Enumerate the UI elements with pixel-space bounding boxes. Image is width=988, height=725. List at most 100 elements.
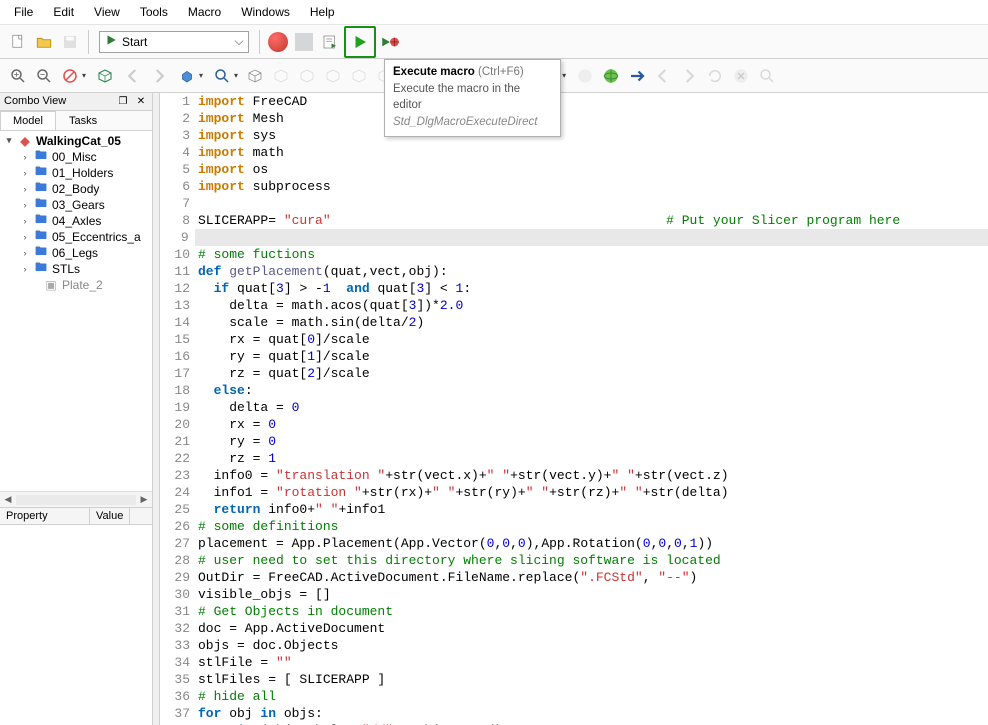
chevron-down-icon[interactable]: ▾ [199, 71, 203, 80]
menu-tools[interactable]: Tools [130, 2, 178, 22]
nav-back-button[interactable] [121, 64, 145, 88]
tab-model[interactable]: Model [0, 111, 56, 130]
tree-leaf[interactable]: ▣ Plate_2 [2, 277, 150, 293]
tree-item[interactable]: 🖿STLs [2, 261, 150, 277]
menu-windows[interactable]: Windows [231, 2, 300, 22]
code-line[interactable]: 6import subprocess [160, 178, 988, 195]
code-line[interactable]: 10# some fuctions [160, 246, 988, 263]
tree-item[interactable]: 🖿04_Axles [2, 213, 150, 229]
code-line[interactable]: 5import os [160, 161, 988, 178]
chevron-right-icon[interactable] [20, 264, 30, 274]
panel-close-button[interactable]: ✕ [134, 96, 148, 108]
chevron-right-icon[interactable] [20, 216, 30, 226]
workbench-selector[interactable]: Start ⌵ [99, 31, 249, 53]
execute-macro-button[interactable] [344, 26, 376, 58]
refresh-button[interactable] [703, 64, 727, 88]
code-line[interactable]: 17 rz = quat[2]/scale [160, 365, 988, 382]
stop-load-button[interactable] [729, 64, 753, 88]
code-line[interactable]: 24 info1 = "rotation "+str(rx)+" "+str(r… [160, 484, 988, 501]
chevron-right-icon[interactable] [20, 200, 30, 210]
zoom-in-button[interactable] [6, 64, 30, 88]
code-line[interactable]: 33objs = doc.Objects [160, 637, 988, 654]
macros-dialog-button[interactable] [318, 30, 342, 54]
tree-item[interactable]: 🖿01_Holders [2, 165, 150, 181]
tree-hscroll[interactable]: ◀ ▶ [0, 491, 152, 507]
scroll-track[interactable] [16, 495, 136, 505]
draw-style-button[interactable] [58, 64, 82, 88]
code-line[interactable]: 37for obj in objs: [160, 705, 988, 722]
stop-macro-button[interactable] [292, 30, 316, 54]
code-line[interactable]: 4import math [160, 144, 988, 161]
code-line[interactable]: 36# hide all [160, 688, 988, 705]
scroll-right-icon[interactable]: ▶ [136, 494, 152, 505]
open-file-button[interactable] [32, 30, 56, 54]
code-line[interactable]: 7 [160, 195, 988, 212]
bounding-box-button[interactable] [93, 64, 117, 88]
menu-macro[interactable]: Macro [178, 2, 231, 22]
code-line[interactable]: 18 else: [160, 382, 988, 399]
code-line[interactable]: 32doc = App.ActiveDocument [160, 620, 988, 637]
code-line[interactable]: 11def getPlacement(quat,vect,obj): [160, 263, 988, 280]
fit-selection-button[interactable] [210, 64, 234, 88]
menu-view[interactable]: View [84, 2, 130, 22]
property-col[interactable]: Property [0, 508, 90, 524]
front-view-button[interactable] [269, 64, 293, 88]
code-line[interactable]: 13 delta = math.acos(quat[3])*2.0 [160, 297, 988, 314]
code-line[interactable]: 15 rx = quat[0]/scale [160, 331, 988, 348]
tree-item[interactable]: 🖿05_Eccentrics_a [2, 229, 150, 245]
code-line[interactable]: 1import FreeCAD [160, 93, 988, 110]
tree-item[interactable]: 🖿00_Misc [2, 149, 150, 165]
chevron-down-icon[interactable]: ▾ [562, 71, 566, 80]
code-line[interactable]: 22 rz = 1 [160, 450, 988, 467]
tree-item[interactable]: 🖿02_Body [2, 181, 150, 197]
chevron-right-icon[interactable] [20, 152, 30, 162]
fit-all-button[interactable] [175, 64, 199, 88]
code-line[interactable]: 27placement = App.Placement(App.Vector(0… [160, 535, 988, 552]
zoom-out-button[interactable] [32, 64, 56, 88]
code-line[interactable]: 23 info0 = "translation "+str(vect.x)+" … [160, 467, 988, 484]
right-view-button[interactable] [321, 64, 345, 88]
chevron-down-icon[interactable]: ▾ [82, 71, 86, 80]
next-doc-button[interactable] [677, 64, 701, 88]
web-button[interactable] [599, 64, 623, 88]
code-line[interactable]: 29OutDir = FreeCAD.ActiveDocument.FileNa… [160, 569, 988, 586]
debug-macro-button[interactable] [378, 30, 402, 54]
panel-float-button[interactable]: ❐ [116, 96, 130, 108]
code-line[interactable]: 8SLICERAPP= "cura" # Put your Slicer pro… [160, 212, 988, 229]
model-tree[interactable]: ◆ WalkingCat_05 🖿00_Misc🖿01_Holders🖿02_B… [0, 131, 152, 492]
tree-item[interactable]: 🖿03_Gears [2, 197, 150, 213]
code-line[interactable]: 14 scale = math.sin(delta/2) [160, 314, 988, 331]
isometric-button[interactable] [243, 64, 267, 88]
code-line[interactable]: 16 ry = quat[1]/scale [160, 348, 988, 365]
code-line[interactable]: 20 rx = 0 [160, 416, 988, 433]
new-file-button[interactable] [6, 30, 30, 54]
code-line[interactable]: 3import sys [160, 127, 988, 144]
code-editor[interactable]: 1import FreeCAD2import Mesh3import sys4i… [160, 93, 988, 725]
code-line[interactable]: 9 [160, 229, 988, 246]
top-view-button[interactable] [295, 64, 319, 88]
record-macro-button[interactable] [266, 30, 290, 54]
code-line[interactable]: 25 return info0+" "+info1 [160, 501, 988, 518]
chevron-right-icon[interactable] [20, 184, 30, 194]
tab-tasks[interactable]: Tasks [56, 111, 110, 130]
save-file-button[interactable] [58, 30, 82, 54]
nav-forward-button[interactable] [147, 64, 171, 88]
chevron-down-icon[interactable]: ▾ [234, 71, 238, 80]
code-line[interactable]: 2import Mesh [160, 110, 988, 127]
code-line[interactable]: 28# user need to set this directory wher… [160, 552, 988, 569]
prev-doc-button[interactable] [651, 64, 675, 88]
scroll-left-icon[interactable]: ◀ [0, 494, 16, 505]
code-line[interactable]: 30visible_objs = [] [160, 586, 988, 603]
code-line[interactable]: 31# Get Objects in document [160, 603, 988, 620]
code-line[interactable]: 34stlFile = "" [160, 654, 988, 671]
code-line[interactable]: 35stlFiles = [ SLICERAPP ] [160, 671, 988, 688]
panel-splitter[interactable] [153, 93, 160, 725]
zoom-button[interactable] [755, 64, 779, 88]
chevron-down-icon[interactable] [4, 135, 14, 146]
menu-help[interactable]: Help [300, 2, 345, 22]
menu-edit[interactable]: Edit [43, 2, 84, 22]
code-line[interactable]: 21 ry = 0 [160, 433, 988, 450]
tree-item[interactable]: 🖿06_Legs [2, 245, 150, 261]
tree-root[interactable]: ◆ WalkingCat_05 [2, 133, 150, 149]
chevron-right-icon[interactable] [20, 248, 30, 258]
